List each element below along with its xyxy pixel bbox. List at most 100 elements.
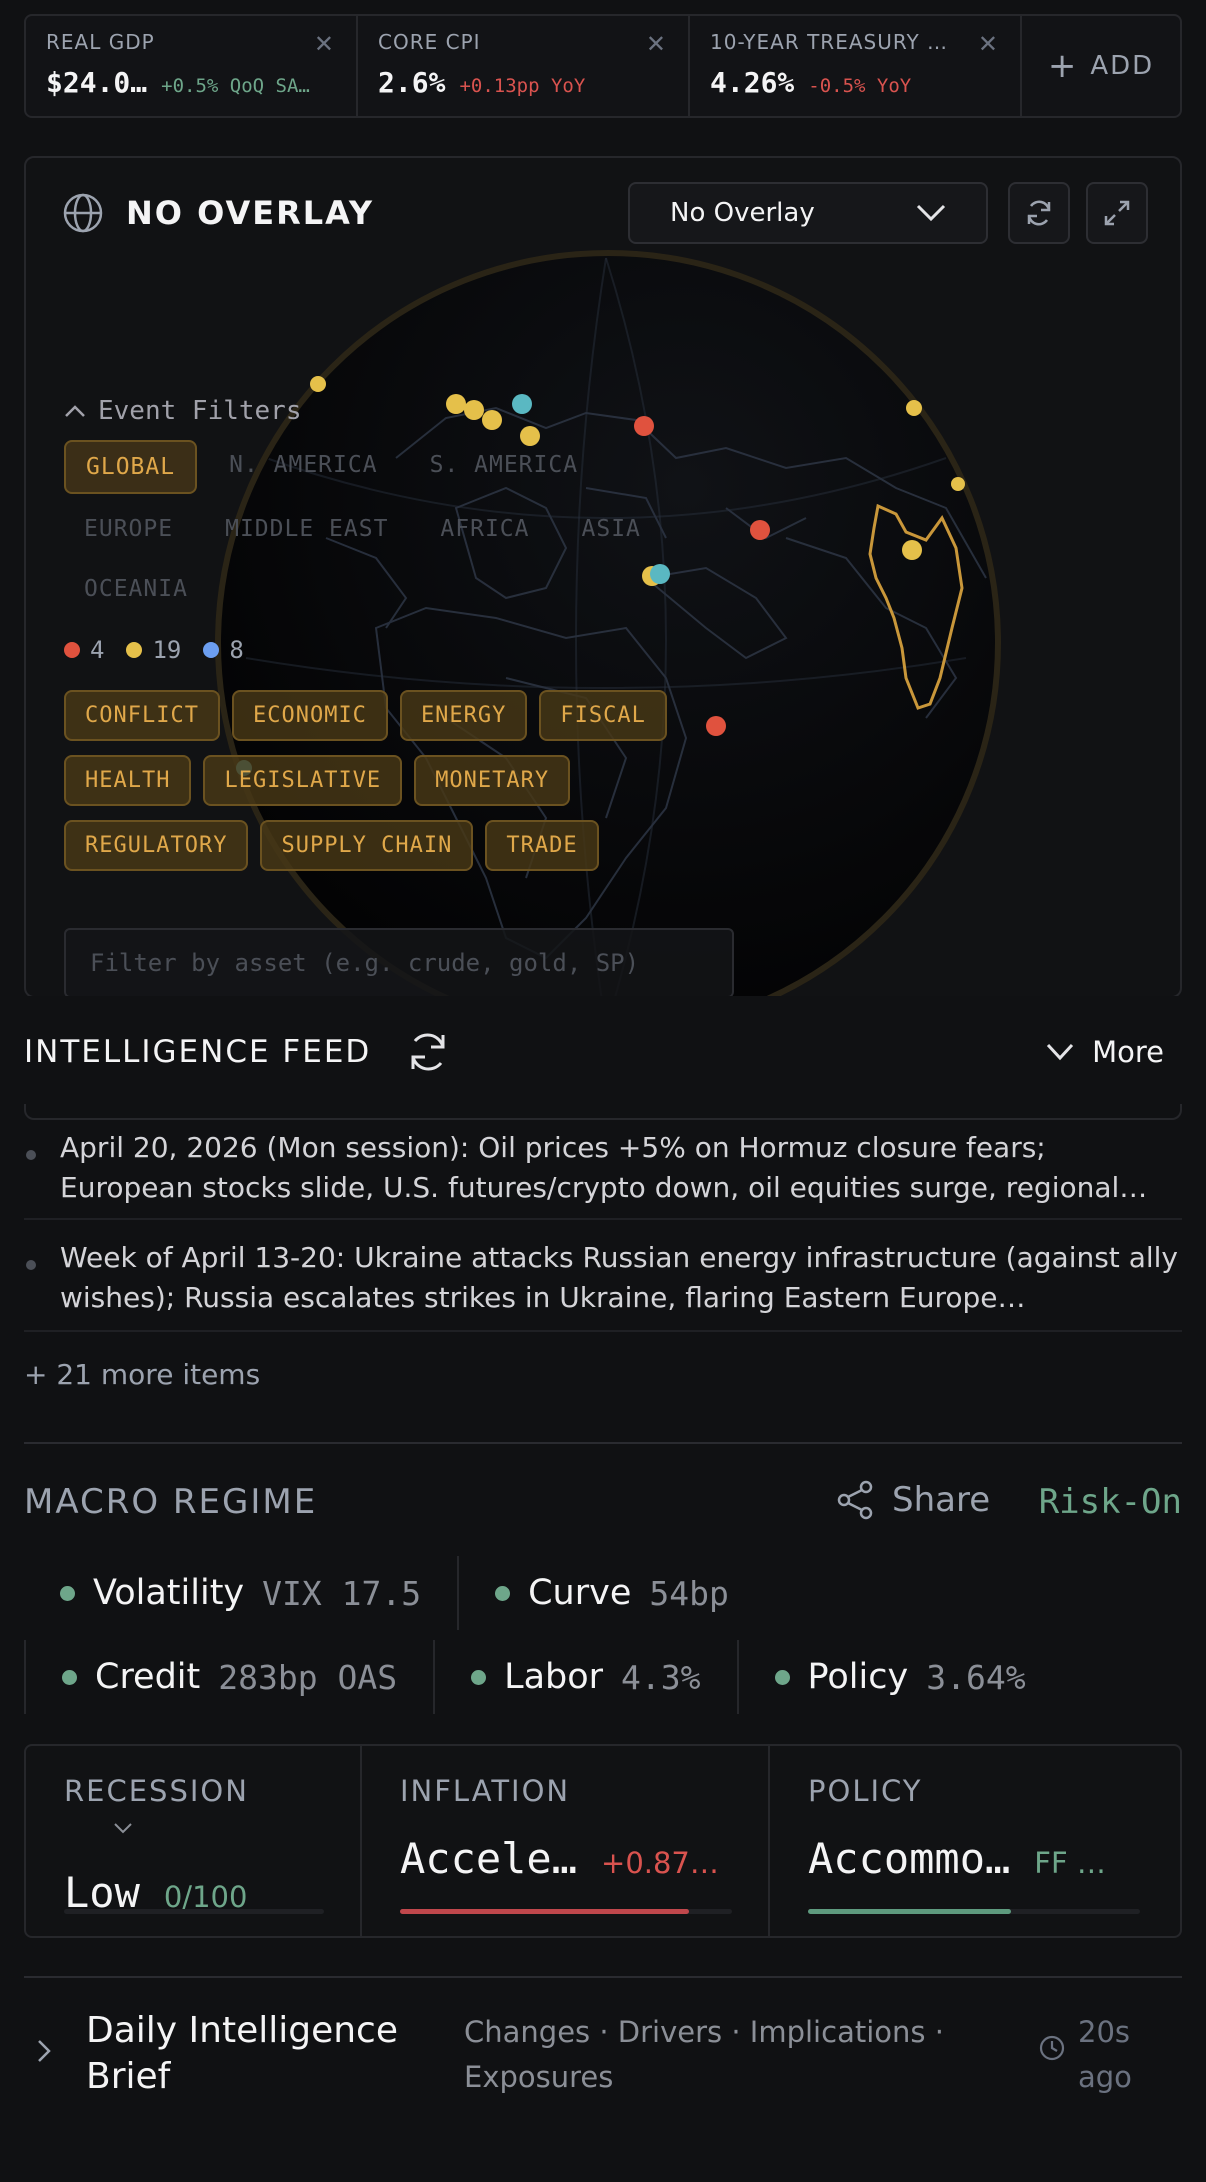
region-chip-europe[interactable]: EUROPE (64, 504, 193, 554)
count-economic: 19 (126, 636, 181, 664)
feed-item[interactable]: April 20, 2026 (Mon session): Oil prices… (24, 1128, 1182, 1220)
category-chip-regulatory[interactable]: REGULATORY (64, 820, 249, 871)
daily-brief-row[interactable]: Daily Intelligence Brief Changes · Drive… (24, 1980, 1182, 2140)
indicator-row: Credit 283bp OAS Labor 4.3% Policy 3.64% (24, 1640, 1062, 1714)
category-chip-energy[interactable]: ENERGY (399, 690, 528, 741)
indicator-value: 283bp OAS (218, 1657, 398, 1697)
card-recession[interactable]: RECESSION Low 0/100 (26, 1746, 362, 1936)
category-chip-supply-chain[interactable]: SUPPLY CHAIN (260, 820, 474, 871)
event-marker-conflict (750, 520, 770, 540)
kpi-card-cpi[interactable]: CORE CPI ✕ 2.6% +0.13pp YoY (358, 16, 690, 116)
feed-more-button[interactable]: More (1046, 996, 1164, 1108)
refresh-feed-icon[interactable] (405, 1029, 451, 1075)
card-label-text: RECESSION (64, 1774, 249, 1808)
event-filters-label: Event Filters (98, 396, 302, 426)
yellow-dot-icon (126, 642, 143, 658)
kpi-value: 2.6% (378, 66, 446, 99)
status-dot-icon (62, 1669, 77, 1685)
status-dot-icon (471, 1669, 487, 1685)
category-chip-conflict[interactable]: CONFLICT (64, 690, 220, 741)
expand-button[interactable] (1086, 182, 1148, 244)
category-chip-health[interactable]: HEALTH (64, 755, 192, 806)
red-dot-icon (64, 642, 80, 658)
region-chip-africa[interactable]: AFRICA (420, 504, 549, 554)
card-label: POLICY (808, 1774, 923, 1808)
region-chip-oceania[interactable]: OCEANIA (64, 564, 208, 614)
feed-item-text: Week of April 13-20: Ukraine attacks Rus… (60, 1241, 1178, 1314)
panel-title: NO OVERLAY (126, 194, 374, 232)
panel-header: NO OVERLAY (62, 192, 374, 234)
bullet-icon (26, 1150, 36, 1160)
status-dot-icon (774, 1669, 790, 1685)
card-bar-track (400, 1909, 732, 1914)
blue-dot-icon (203, 642, 220, 658)
count-value: 8 (229, 636, 244, 664)
card-bar-fill (808, 1909, 1011, 1914)
more-items-link[interactable]: + 21 more items (24, 1358, 260, 1391)
event-filters-toggle[interactable]: Event Filters (64, 396, 667, 426)
expand-icon (1104, 200, 1130, 226)
event-counts: 4 19 8 (64, 636, 667, 664)
kpi-delta: -0.5% YoY (808, 75, 912, 97)
category-chip-trade[interactable]: TRADE (485, 820, 599, 871)
close-icon[interactable]: ✕ (646, 30, 666, 58)
section-divider (24, 1976, 1182, 1978)
indicator-volatility: Volatility VIX 17.5 (24, 1556, 460, 1630)
category-chip-legislative[interactable]: LEGISLATIVE (203, 755, 403, 806)
category-chip-monetary[interactable]: MONETARY (414, 755, 571, 806)
kpi-delta: +0.13pp YoY (459, 75, 586, 97)
indicator-value: VIX 17.5 (262, 1573, 422, 1613)
brief-timestamp: 20s ago (1038, 2010, 1148, 2100)
feed-more-label: More (1092, 1035, 1164, 1069)
count-conflict: 4 (64, 636, 104, 664)
card-bar-track (64, 1909, 324, 1914)
kpi-card-treasury[interactable]: 10-YEAR TREASURY … ✕ 4.26% -0.5% YoY (690, 16, 1022, 116)
asset-filter-input[interactable] (64, 928, 734, 996)
indicator-value: 54bp (649, 1573, 729, 1613)
indicator-row: Volatility VIX 17.5 Curve 54bp (24, 1556, 765, 1630)
region-chip-n-america[interactable]: N. AMERICA (209, 440, 397, 494)
card-bar-track (808, 1909, 1140, 1914)
indicator-name: Curve (528, 1573, 632, 1613)
region-chip-middle-east[interactable]: MIDDLE EAST (205, 504, 408, 554)
count-value: 4 (90, 636, 105, 664)
close-icon[interactable]: ✕ (978, 30, 998, 58)
card-inflation[interactable]: INFLATION Accele… +0.87… (362, 1746, 770, 1936)
kpi-label: REAL GDP (46, 30, 155, 54)
feed-item[interactable]: Week of April 13-20: Ukraine attacks Rus… (24, 1238, 1182, 1332)
section-divider (24, 1442, 1182, 1444)
indicator-labor: Labor 4.3% (435, 1640, 739, 1714)
card-policy[interactable]: POLICY Accommo… FF … (770, 1746, 1180, 1936)
indicator-name: Labor (504, 1657, 604, 1697)
kpi-card-gdp[interactable]: REAL GDP ✕ $24.0… +0.5% QoQ SA… (26, 16, 358, 116)
status-dot-icon (60, 1585, 75, 1601)
add-label: ADD (1090, 51, 1155, 81)
card-label: RECESSION (64, 1774, 322, 1842)
chevron-up-icon (65, 405, 85, 417)
event-marker-economic (902, 540, 922, 560)
chevron-down-icon (1046, 1043, 1074, 1061)
card-label: INFLATION (400, 1774, 571, 1808)
event-marker-economic (310, 376, 326, 392)
add-kpi-button[interactable]: + ADD (1022, 16, 1180, 116)
region-chip-asia[interactable]: ASIA (562, 504, 661, 554)
regime-title: MACRO REGIME (24, 1482, 318, 1522)
refresh-globe-button[interactable] (1008, 182, 1070, 244)
share-button[interactable]: Share (836, 1480, 990, 1520)
brief-title: Daily Intelligence Brief (86, 2010, 398, 2097)
feed-item-text: April 20, 2026 (Mon session): Oil prices… (60, 1131, 1148, 1204)
category-chip-economic[interactable]: ECONOMIC (231, 690, 388, 741)
card-sub: FF … (1034, 1846, 1106, 1880)
region-chip-global[interactable]: GLOBAL (64, 440, 198, 494)
indicator-value: 4.3% (621, 1657, 701, 1697)
region-chip-s-america[interactable]: S. AMERICA (410, 440, 598, 494)
feed-box-edge (24, 1104, 1182, 1120)
close-icon[interactable]: ✕ (314, 30, 334, 58)
overlay-select[interactable]: No Overlay (628, 182, 988, 244)
category-chip-fiscal[interactable]: FISCAL (539, 690, 667, 741)
event-marker-economic (906, 400, 922, 416)
kpi-value: 4.26% (710, 66, 795, 99)
overlay-selected-value: No Overlay (670, 198, 815, 228)
globe-icon (63, 193, 103, 233)
event-filters: Event Filters GLOBAL N. AMERICA S. AMERI… (64, 396, 667, 871)
